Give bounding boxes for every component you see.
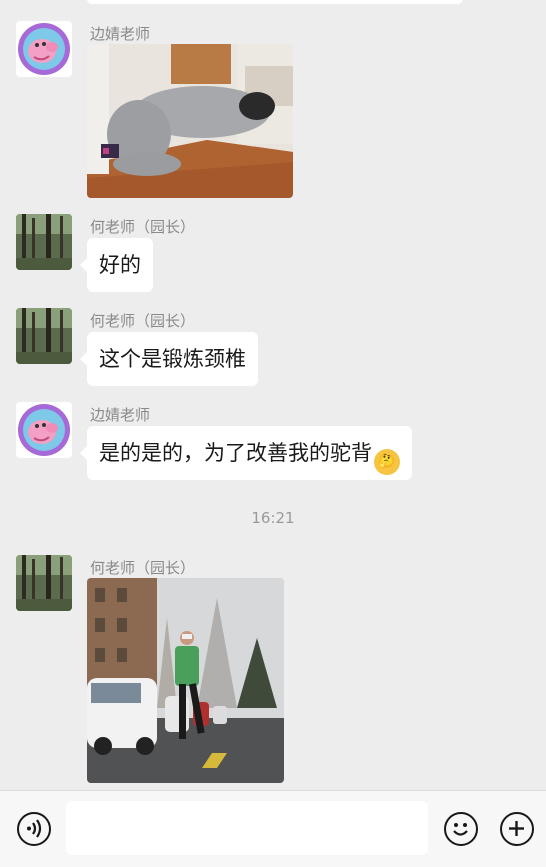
photo-running-street (87, 578, 284, 783)
peppa-avatar-icon (16, 21, 72, 77)
avatar-peppa[interactable] (16, 402, 72, 458)
sender-name: 何老师（园长） (90, 312, 196, 330)
message-input[interactable] (66, 801, 428, 855)
previous-message-bubble-edge (87, 0, 463, 4)
peppa-avatar-icon (16, 402, 72, 458)
smiley-icon (453, 823, 468, 836)
avatar-forest[interactable] (16, 308, 72, 364)
voice-button[interactable] (17, 812, 51, 846)
forest-avatar-icon (16, 214, 72, 270)
emoji-button[interactable] (444, 812, 478, 846)
voice-icon (27, 819, 42, 838)
plus-icon (509, 821, 524, 836)
sender-name: 边婧老师 (90, 406, 151, 424)
forest-avatar-icon (16, 555, 72, 611)
sender-name: 边婧老师 (90, 25, 151, 43)
avatar-forest[interactable] (16, 555, 72, 611)
thinking-face-icon: 🤔 (374, 449, 400, 475)
photo-kneeling-stretch (87, 44, 293, 198)
forest-avatar-icon (16, 308, 72, 364)
image-message-running[interactable] (87, 578, 284, 783)
sender-name: 何老师（园长） (90, 218, 196, 236)
avatar-peppa[interactable] (16, 21, 72, 77)
text-bubble[interactable]: 是的是的，为了改善我的驼背 🤔 (80, 426, 412, 480)
text-bubble[interactable]: 这个是锻炼颈椎 (80, 332, 258, 386)
plus-button[interactable] (500, 812, 534, 846)
message-text: 是的是的，为了改善我的驼背 (99, 441, 372, 465)
sender-name: 何老师（园长） (90, 559, 196, 577)
timestamp: 16:21 (251, 509, 295, 527)
image-message-stretch[interactable] (87, 44, 293, 198)
avatar-forest[interactable] (16, 214, 72, 270)
text-bubble[interactable]: 好的 (80, 238, 153, 292)
input-bar (0, 790, 546, 867)
